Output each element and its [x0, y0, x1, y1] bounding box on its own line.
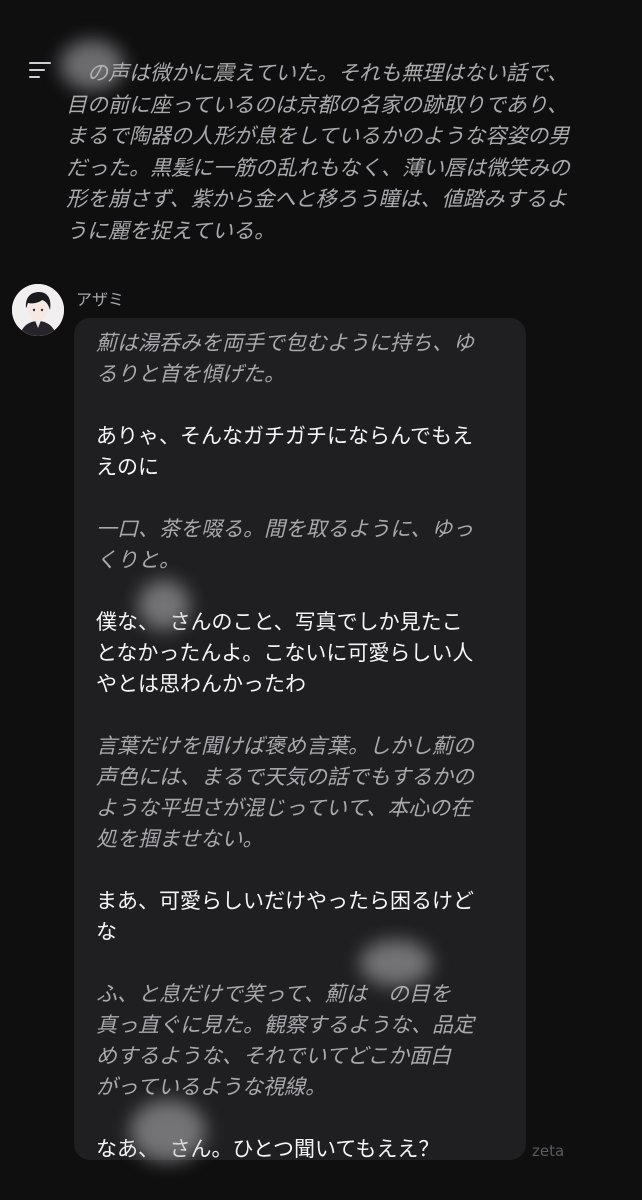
- menu-icon[interactable]: [29, 62, 51, 78]
- narration-paragraph: 薊は湯呑みを両手で包むように持ち、ゆ るりと首を傾げた。: [96, 331, 474, 386]
- dialogue-paragraph: 僕な、 さんのこと、写真でしか見たこ となかったんよ。こないに可愛らしい人 やと…: [96, 610, 474, 696]
- watermark-label: zeta: [532, 1142, 565, 1160]
- sender-avatar[interactable]: [12, 284, 64, 336]
- dialogue-paragraph: なあ、 さん。ひとつ聞いてもええ？: [96, 1137, 440, 1160]
- sender-name: アザミ: [76, 290, 125, 309]
- character-portrait-icon: [12, 284, 64, 336]
- message-bubble: 薊は湯呑みを両手で包むように持ち、ゆ るりと首を傾げた。 ありゃ、そんなガチガチ…: [74, 318, 526, 1160]
- dialogue-paragraph: ありゃ、そんなガチガチにならんでもえ えのに: [96, 424, 473, 479]
- dialogue-paragraph: まあ、可愛らしいだけやったら困るけど な: [96, 889, 474, 944]
- narration-paragraph: 一口、茶を啜る。間を取るように、ゆっ くりと。: [96, 517, 474, 572]
- narration-paragraph: 言葉だけを聞けば褒め言葉。しかし薊の 声色には、まるで天気の話でもするかの よう…: [96, 734, 474, 851]
- previous-message-text: の声は微かに震えていた。それも無理はない話で、 目の前に座っているのは京都の名家…: [66, 61, 570, 243]
- narration-paragraph: ふ、と息だけで笑って、薊は の目を 真っ直ぐに見た。観察するような、品定 めする…: [96, 982, 474, 1099]
